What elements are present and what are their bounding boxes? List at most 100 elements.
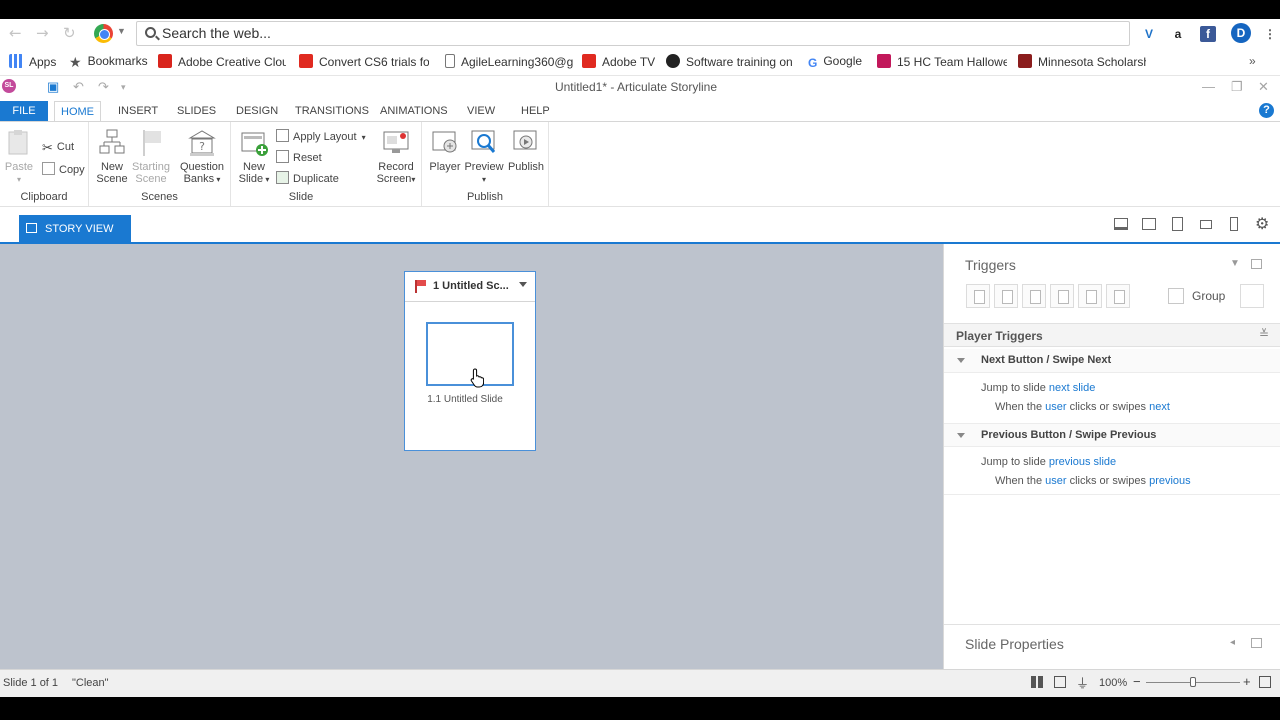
new-trigger-icon[interactable] <box>966 284 990 308</box>
tab-slides[interactable]: SLIDES <box>171 101 222 121</box>
previous-trigger-condition: When the user clicks or swipes previous <box>995 475 1191 487</box>
preview-icon[interactable]: ⏚ <box>1076 673 1089 692</box>
reorder-trigger-icon[interactable] <box>1106 284 1130 308</box>
user-link[interactable]: user <box>1045 401 1066 413</box>
slide-properties-panel[interactable]: Slide Properties ◂ <box>944 624 1280 669</box>
question-banks-button[interactable]: ? Question Banks ▾ <box>179 128 225 186</box>
tab-home[interactable]: HOME <box>54 101 101 121</box>
bookmark-adobe-cc[interactable]: Adobe Creative Clou <box>158 54 286 69</box>
tab-insert[interactable]: INSERT <box>112 101 164 121</box>
fit-to-window-icon[interactable] <box>1259 676 1271 688</box>
minimize-icon[interactable]: — <box>1202 79 1215 94</box>
collapse-all-icon[interactable]: ≚ <box>1259 327 1269 341</box>
tab-animations[interactable]: ANIMATIONS <box>374 101 454 121</box>
maximize-icon[interactable]: ❐ <box>1231 79 1243 95</box>
next-trigger-group-header[interactable]: Next Button / Swipe Next <box>944 349 1280 373</box>
slide-label[interactable]: 1.1 Untitled Slide <box>405 394 525 405</box>
paste-trigger-icon[interactable] <box>1050 284 1074 308</box>
next-trigger-action[interactable]: Jump to slide next slide <box>981 382 1095 394</box>
bookmark-bookmarks[interactable]: ★ Bookmarks <box>69 54 148 69</box>
tablet-portrait-icon[interactable] <box>1172 217 1183 231</box>
next-slide-link[interactable]: next slide <box>1049 382 1095 394</box>
divider <box>944 494 1280 495</box>
chrome-logo-icon[interactable] <box>94 24 113 43</box>
apply-layout-button[interactable]: Apply Layout ▾ <box>276 129 366 143</box>
tab-file[interactable]: FILE <box>0 101 48 121</box>
paste-icon <box>8 130 28 155</box>
next-event-link[interactable]: next <box>1149 401 1170 413</box>
new-scene-button[interactable]: New Scene <box>95 128 129 185</box>
triggers-popout-icon[interactable] <box>1251 259 1262 269</box>
bookmark-google[interactable]: G Google <box>808 54 862 70</box>
tab-view[interactable]: VIEW <box>461 101 501 121</box>
phone-landscape-icon[interactable] <box>1200 220 1212 229</box>
zoom-in-icon[interactable]: + <box>1243 674 1251 689</box>
chevron-down-icon[interactable] <box>957 433 965 438</box>
slide-count: Slide 1 of 1 <box>3 677 59 689</box>
bookmarks-overflow-icon[interactable]: » <box>1249 54 1256 68</box>
chrome-more-icon[interactable]: ⋮ <box>1262 26 1278 42</box>
triggers-panel: Triggers ▼ Group Player Triggers ≚ Next … <box>943 244 1280 669</box>
zoom-slider-thumb[interactable] <box>1190 677 1196 687</box>
copy-button[interactable]: Copy <box>42 162 85 176</box>
bookmark-minnesota[interactable]: Minnesota Scholarsh <box>1018 54 1146 69</box>
back-arrow-icon[interactable]: ← <box>9 24 22 42</box>
new-slide-button[interactable]: New Slide ▾ <box>237 128 271 186</box>
delete-trigger-icon[interactable] <box>1078 284 1102 308</box>
forward-arrow-icon[interactable]: → <box>36 24 49 42</box>
ungroup-icon[interactable] <box>1240 284 1264 308</box>
close-icon[interactable]: ✕ <box>1258 79 1269 95</box>
phone-portrait-icon[interactable] <box>1230 217 1238 231</box>
previous-slide-link[interactable]: previous slide <box>1049 456 1116 468</box>
tab-story-view[interactable]: STORY VIEW <box>19 215 131 243</box>
slide-properties-expand-chevron-left-icon[interactable]: ◂ <box>1230 637 1235 648</box>
scene-card[interactable]: 1 Untitled Sc... 1.1 Untitled Slide <box>404 271 536 451</box>
tab-design[interactable]: DESIGN <box>230 101 284 121</box>
player-button[interactable]: Player <box>428 128 462 173</box>
cut-button[interactable]: ✂ Cut <box>42 140 74 155</box>
tab-help[interactable]: HELP <box>515 101 556 121</box>
laptop-preview-icon[interactable] <box>1114 218 1128 230</box>
preview-button[interactable]: Preview ▾ <box>464 128 504 186</box>
bookmark-agilelearning[interactable]: AgileLearning360@g <box>445 54 573 69</box>
tab-transitions[interactable]: TRANSITIONS <box>289 101 375 121</box>
previous-trigger-action[interactable]: Jump to slide previous slide <box>981 456 1116 468</box>
profile-d-icon[interactable]: D <box>1231 23 1251 43</box>
slide-properties-popout-icon[interactable] <box>1251 638 1262 648</box>
amazon-icon[interactable]: a <box>1170 26 1186 42</box>
copy-trigger-icon[interactable] <box>1022 284 1046 308</box>
bookmark-hc-team[interactable]: 15 HC Team Hallowe <box>877 54 1007 69</box>
omnibox[interactable]: Search the web... <box>136 21 1130 46</box>
story-canvas[interactable]: 1 Untitled Sc... 1.1 Untitled Slide <box>0 244 943 669</box>
reload-icon[interactable]: ↻ <box>63 24 76 42</box>
record-screen-button[interactable]: Record Screen▾ <box>375 128 417 186</box>
starting-scene-button[interactable]: Starting Scene <box>131 128 171 185</box>
reset-button[interactable]: Reset <box>276 150 322 164</box>
group-checkbox[interactable] <box>1168 288 1184 304</box>
player-triggers-header[interactable]: Player Triggers ≚ <box>944 323 1280 347</box>
scene-menu-chevron-down-icon[interactable] <box>519 282 527 287</box>
triggers-collapse-chevron-down-icon[interactable]: ▼ <box>1230 258 1240 269</box>
edit-trigger-icon[interactable] <box>994 284 1018 308</box>
bookmark-apps[interactable]: Apps <box>9 54 56 69</box>
bookmark-adobe-tv[interactable]: Adobe TV <box>582 54 655 69</box>
chevron-down-icon[interactable] <box>957 358 965 363</box>
scene-header[interactable]: 1 Untitled Sc... <box>405 272 535 302</box>
zoom-out-icon[interactable]: − <box>1133 674 1141 689</box>
paste-button[interactable]: Paste ▾ <box>4 128 34 186</box>
normal-view-icon[interactable] <box>1054 676 1066 688</box>
user-link[interactable]: user <box>1045 475 1066 487</box>
duplicate-button[interactable]: Duplicate <box>276 171 339 185</box>
extension-v-icon[interactable]: V <box>1141 26 1157 42</box>
facebook-icon[interactable]: f <box>1200 26 1216 42</box>
bookmark-convert-cs6[interactable]: Convert CS6 trials for <box>299 54 429 69</box>
publish-button[interactable]: Publish <box>506 128 546 173</box>
gear-icon[interactable]: ⚙ <box>1255 214 1269 234</box>
chrome-menu-caret-icon[interactable]: ▼ <box>117 26 126 36</box>
story-view-grid-icon[interactable] <box>1031 676 1043 688</box>
tablet-landscape-icon[interactable] <box>1142 218 1156 230</box>
previous-event-link[interactable]: previous <box>1149 475 1191 487</box>
bookmark-software-training[interactable]: Software training on <box>666 54 794 69</box>
previous-trigger-group-header[interactable]: Previous Button / Swipe Previous <box>944 423 1280 447</box>
help-icon[interactable]: ? <box>1259 103 1274 118</box>
